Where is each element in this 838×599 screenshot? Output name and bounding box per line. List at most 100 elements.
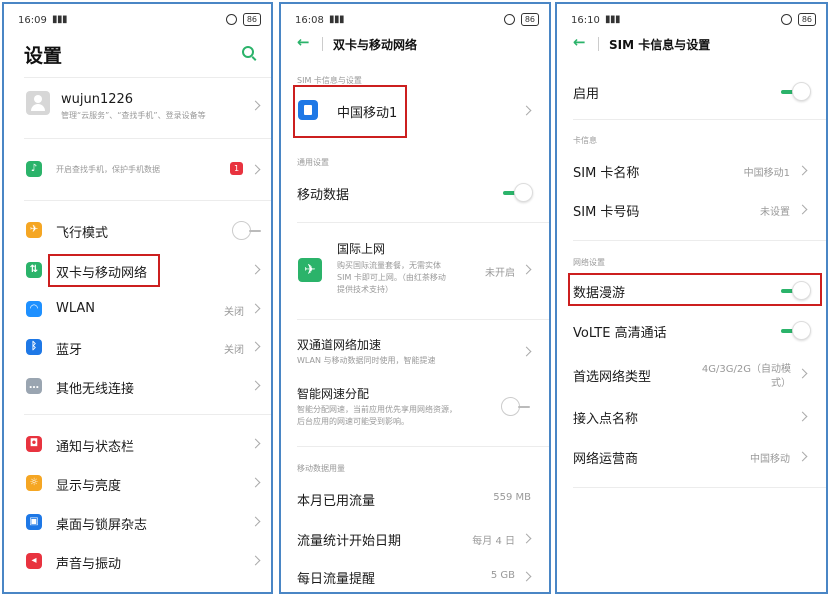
brightness-icon: ☼	[26, 475, 42, 491]
daily-reminder-row[interactable]: 每日流量提醒 5 GB	[281, 562, 549, 592]
chevron-right-icon	[797, 451, 808, 462]
divider	[297, 222, 549, 223]
wlan-row[interactable]: ◠ WLAN 关闭	[4, 294, 271, 324]
alarm-icon	[226, 14, 238, 25]
airplane-icon: ✈	[26, 222, 42, 238]
network-type-row[interactable]: 首选网络类型 4G/3G/2G（自动模 式）	[557, 356, 826, 396]
page-title: 设置	[24, 45, 63, 67]
status-bar: 16:10 ▮▮▮ 86	[557, 4, 826, 32]
sound-icon: ◂	[26, 553, 42, 569]
find-phone-label: 开启查找手机，保护手机数据	[56, 165, 160, 174]
operator-row[interactable]: 网络运营商 中国移动	[557, 442, 826, 472]
chevron-right-icon	[250, 477, 261, 488]
wallpaper-row[interactable]: ▣ 桌面与锁屏杂志	[4, 507, 271, 537]
intl-roaming-row[interactable]: ✈ 国际上网 购买国际流量套餐，无需实体 SIM 卡即可上网。（由红茶移动 提供…	[281, 238, 549, 308]
dual-channel-title: 双通道网络加速	[297, 338, 382, 352]
header-separator	[598, 37, 599, 51]
sound-row[interactable]: ◂ 声音与振动	[4, 546, 271, 576]
daily-reminder-label: 每日流量提醒	[297, 572, 376, 587]
smart-speed-desc-2: 后台应用的网速可能受到影响。	[297, 417, 409, 426]
chevron-right-icon	[521, 346, 532, 357]
smart-speed-desc-1: 智能分配网速，当前应用优先享用网络资源，	[297, 405, 457, 414]
month-used-row[interactable]: 本月已用流量 559 MB	[281, 484, 549, 514]
daily-reminder-value: 5 GB	[490, 570, 515, 581]
chevron-right-icon	[250, 380, 261, 391]
wlan-value: 关闭	[224, 307, 244, 318]
page-title: SIM 卡信息与设置	[609, 38, 711, 52]
smart-speed-row[interactable]: 智能网速分配 智能分配网速，当前应用优先享用网络资源， 后台应用的网速可能受到影…	[281, 383, 549, 433]
notification-row[interactable]: ◘ 通知与状态栏	[4, 429, 271, 459]
section-usage: 移动数据用量	[297, 464, 345, 473]
page-title: 双卡与移动网络	[333, 38, 418, 52]
highlight-box	[568, 273, 822, 306]
month-used-value: 559 MB	[493, 492, 531, 503]
signal-icon: ▮▮▮	[52, 14, 68, 25]
enable-label: 启用	[573, 87, 600, 102]
airplane-mode-toggle[interactable]	[232, 221, 262, 241]
display-label: 显示与亮度	[56, 479, 122, 494]
status-time: 16:10	[571, 15, 600, 26]
chevron-right-icon	[521, 105, 532, 116]
airplane-mode-row[interactable]: ✈ 飞行模式	[4, 215, 271, 245]
account-row[interactable]: wujun1226 管理“云服务”、“查找手机”、登录设备等	[4, 84, 271, 130]
mobile-data-row[interactable]: 移动数据	[281, 178, 549, 208]
intl-desc-3: 提供技术支持）	[337, 285, 393, 294]
status-right: 86	[778, 13, 816, 26]
signal-icon: ▮▮▮	[329, 14, 345, 25]
search-icon[interactable]	[242, 46, 254, 58]
chevron-right-icon	[250, 303, 261, 314]
display-row[interactable]: ☼ 显示与亮度	[4, 468, 271, 498]
status-right: 86	[501, 13, 539, 26]
smart-speed-toggle[interactable]	[501, 397, 531, 417]
operator-value: 中国移动	[750, 454, 790, 465]
network-type-label: 首选网络类型	[573, 370, 652, 385]
chevron-right-icon	[250, 516, 261, 527]
alarm-icon	[781, 14, 793, 25]
volte-row[interactable]: VoLTE 高清通话	[557, 316, 826, 346]
apn-label: 接入点名称	[573, 412, 639, 427]
bluetooth-row[interactable]: ᛒ 蓝牙 关闭	[4, 332, 271, 362]
sim-icon: ⇅	[26, 262, 42, 278]
back-arrow-icon[interactable]: ←	[573, 33, 586, 51]
section-network: 网络设置	[573, 258, 605, 267]
avatar	[26, 91, 50, 115]
airplane-mode-label: 飞行模式	[56, 226, 109, 241]
apn-row[interactable]: 接入点名称	[557, 402, 826, 432]
operator-label: 网络运营商	[573, 452, 639, 467]
status-bar: 16:08 ▮▮▮ 86	[281, 4, 549, 32]
network-type-value-2: 式）	[771, 378, 791, 389]
chevron-right-icon	[250, 555, 261, 566]
dual-channel-row[interactable]: 双通道网络加速 WLAN 与移动数据同时使用，智能提速	[281, 334, 549, 372]
battery-icon: 86	[520, 13, 539, 26]
sim-settings-screen: 16:10 ▮▮▮ 86 ← SIM 卡信息与设置 启用 卡信息 SIM 卡名称…	[555, 2, 828, 594]
card-number-row[interactable]: SIM 卡号码 未设置	[557, 195, 826, 225]
find-phone-row[interactable]: ♪ 开启查找手机，保护手机数据 1	[4, 154, 271, 184]
notification-icon: ◘	[26, 436, 42, 452]
chevron-right-icon	[250, 164, 261, 175]
enable-row[interactable]: 启用	[557, 77, 826, 107]
card-number-value: 未设置	[760, 207, 790, 218]
avatar-head	[34, 95, 42, 103]
other-wireless-row[interactable]: … 其他无线连接	[4, 371, 271, 401]
back-arrow-icon[interactable]: ←	[297, 33, 310, 51]
wlan-label: WLAN	[56, 301, 96, 316]
intl-value: 未开启	[485, 268, 515, 279]
enable-toggle[interactable]	[781, 82, 811, 102]
chevron-right-icon	[521, 264, 532, 275]
divider	[24, 200, 271, 201]
volte-toggle[interactable]	[781, 321, 811, 341]
airplane-icon: ✈	[298, 258, 322, 282]
card-name-row[interactable]: SIM 卡名称 中国移动1	[557, 156, 826, 186]
dual-channel-desc: WLAN 与移动数据同时使用，智能提速	[297, 356, 436, 365]
wallpaper-label: 桌面与锁屏杂志	[56, 518, 148, 533]
highlight-box	[293, 85, 407, 138]
mobile-data-toggle[interactable]	[503, 183, 533, 203]
start-date-row[interactable]: 流量统计开始日期 每月 4 日	[281, 524, 549, 554]
chevron-right-icon	[797, 411, 808, 422]
status-time: 16:08	[295, 15, 324, 26]
alarm-icon	[504, 14, 516, 25]
chevron-right-icon	[797, 204, 808, 215]
chevron-right-icon	[521, 571, 532, 582]
card-number-label: SIM 卡号码	[573, 205, 640, 220]
mobile-data-label: 移动数据	[297, 188, 350, 203]
